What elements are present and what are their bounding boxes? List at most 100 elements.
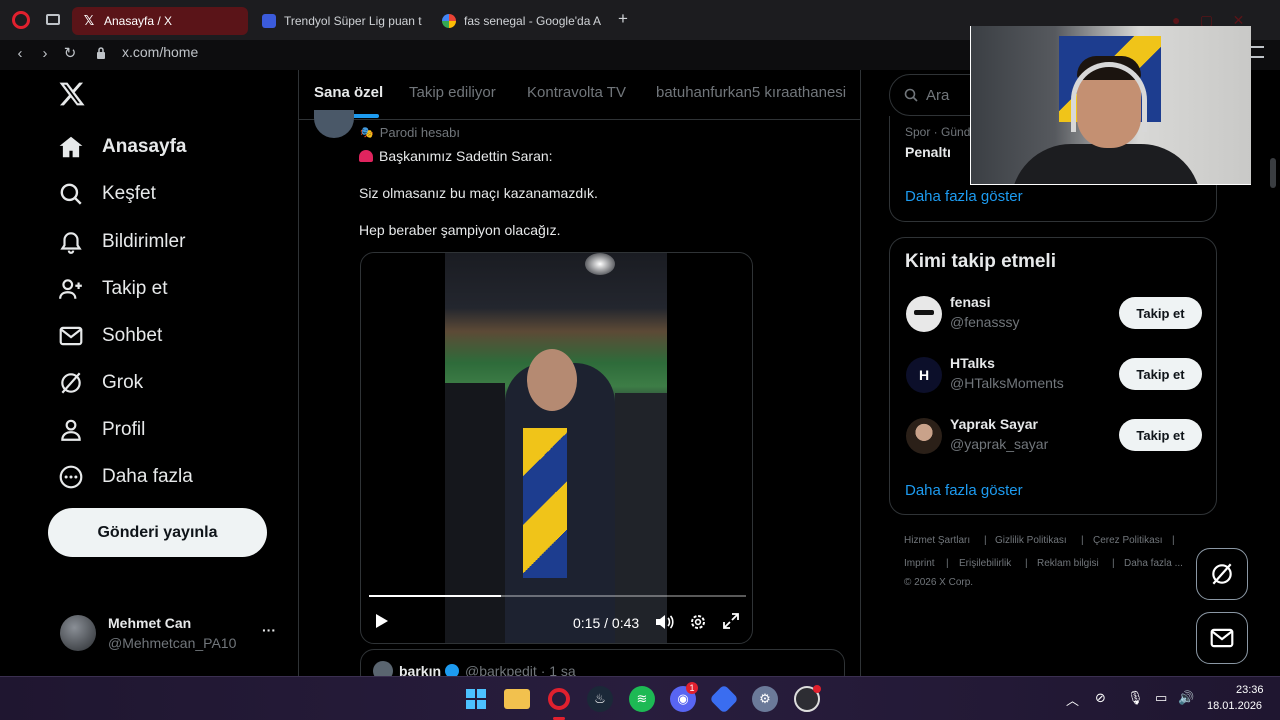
column-divider [860, 70, 861, 676]
sidebar-item-more[interactable]: Daha fazla [58, 457, 193, 497]
sidebar-item-label: Profil [102, 419, 146, 440]
url-text[interactable]: x.com/home [122, 44, 198, 60]
tab-following[interactable]: Takip ediliyor [409, 84, 496, 101]
messages-floating-button[interactable] [1196, 612, 1248, 664]
avatar [906, 418, 942, 454]
app-icon[interactable] [709, 684, 739, 714]
account-switcher[interactable]: Mehmet Can @Mehmetcan_PA10 ··· [60, 612, 284, 656]
display-icon[interactable]: ▭ [1155, 690, 1167, 706]
sidebar-item-explore[interactable]: Keşfet [58, 174, 156, 214]
steam-icon[interactable]: ♨ [587, 686, 613, 712]
home-icon [59, 136, 83, 158]
reload-button[interactable]: ↻ [60, 44, 80, 64]
sidebar-item-profile[interactable]: Profil [58, 410, 145, 450]
tab-for-you[interactable]: Sana özel [314, 84, 383, 101]
clock-time[interactable]: 23:36 [1236, 684, 1264, 696]
footer-separator: | [1112, 558, 1115, 569]
show-more-link[interactable]: Daha fazla göster [905, 188, 1023, 205]
sidebar-item-notifications[interactable]: Bildirimler [58, 222, 185, 262]
copyright: © 2026 X Corp. [904, 577, 974, 588]
video-time: 0:15 / 0:43 [573, 615, 640, 631]
follow-suggestion[interactable]: fenasi @fenasssy Takip et [906, 290, 1206, 344]
sidebar-item-label: Bildirimler [102, 231, 186, 252]
follow-suggestion[interactable]: Yaprak Sayar @yaprak_sayar Takip et [906, 412, 1206, 466]
tab-overview-icon[interactable] [46, 14, 60, 25]
footer-link[interactable]: Gizlilik Politikası [995, 535, 1067, 546]
siren-icon [359, 150, 373, 162]
footer-link[interactable]: Hizmet Şartları [904, 535, 970, 546]
video-progress-bar[interactable] [369, 595, 746, 597]
tweet-video[interactable]: 0:15 / 0:43 [360, 252, 753, 644]
avatar [906, 296, 942, 332]
sidebar-item-grok[interactable]: Grok [58, 363, 143, 403]
volume-icon[interactable] [655, 613, 675, 635]
follow-button[interactable]: Takip et [1119, 297, 1202, 329]
trend-title[interactable]: Penaltı [905, 144, 951, 160]
footer-link[interactable]: Erişilebilirlik [959, 558, 1011, 569]
clock-date[interactable]: 18.01.2026 [1207, 700, 1262, 712]
browser-menu-icon[interactable] [1250, 46, 1264, 58]
fullscreen-icon[interactable] [723, 613, 739, 633]
account-more-icon[interactable]: ··· [262, 622, 276, 638]
grok-floating-button[interactable] [1196, 548, 1248, 600]
tab-trendyol[interactable]: Trendyol Süper Lig puan t [252, 7, 428, 35]
suggested-user-name: fenasi [950, 294, 991, 310]
microphone-icon[interactable]: 🎙 [1127, 690, 1144, 706]
start-button[interactable] [463, 686, 489, 712]
network-off-icon[interactable]: ⊘ [1095, 690, 1106, 706]
user-icon [61, 419, 81, 441]
settings-gear-icon[interactable]: ⚙ [752, 686, 778, 712]
follow-button[interactable]: Takip et [1119, 419, 1202, 451]
tab-google[interactable]: fas senegal - Google'da A [432, 7, 608, 35]
sidebar-item-label: Grok [102, 372, 144, 393]
show-more-link[interactable]: Daha fazla göster [905, 482, 1023, 499]
follow-button[interactable]: Takip et [1119, 358, 1202, 390]
footer-link[interactable]: Reklam bilgisi [1037, 558, 1099, 569]
page-scrollbar[interactable] [1268, 70, 1278, 676]
sidebar-item-chat[interactable]: Sohbet [58, 316, 162, 356]
mask-icon: 🎭 [360, 127, 374, 139]
bell-icon [60, 232, 82, 254]
play-icon[interactable] [375, 613, 389, 633]
tab-kontravolta[interactable]: Kontravolta TV [527, 84, 626, 101]
opera-browser-icon[interactable] [546, 686, 572, 712]
forward-button[interactable]: › [35, 44, 55, 64]
footer-separator: | [1081, 535, 1084, 546]
site-favicon-icon [262, 14, 276, 28]
back-button[interactable]: ‹ [10, 44, 30, 64]
post-button[interactable]: Gönderi yayınla [48, 508, 267, 557]
account-handle: @Mehmetcan_PA10 [108, 635, 237, 651]
footer-link[interactable]: Imprint [904, 558, 935, 569]
sidebar-item-follow[interactable]: Takip et [58, 269, 167, 309]
suggested-user-handle: @fenasssy [950, 314, 1020, 330]
footer-link[interactable]: Daha fazla ... [1124, 558, 1183, 569]
footer-separator: | [984, 535, 987, 546]
opera-logo-icon[interactable] [12, 11, 30, 29]
speaker-icon[interactable]: 🔊 [1178, 690, 1194, 706]
scrollbar-thumb[interactable] [1270, 158, 1276, 188]
sidebar-item-label: Sohbet [102, 325, 163, 346]
column-divider [298, 70, 299, 676]
tweet-author-avatar[interactable] [314, 110, 354, 138]
suggested-user-name: HTalks [950, 355, 995, 371]
footer-link[interactable]: Çerez Politikası [1093, 535, 1162, 546]
webcam-overlay [970, 26, 1251, 185]
trend-meta: Spor · Günd [905, 125, 971, 139]
who-to-follow-title: Kimi takip etmeli [905, 251, 1056, 272]
follow-suggestion[interactable]: H HTalks @HTalksMoments Takip et [906, 351, 1206, 405]
spotify-icon[interactable]: ≋ [629, 686, 655, 712]
sidebar-item-home[interactable]: Anasayfa [58, 127, 187, 167]
tab-kiraathanesi[interactable]: batuhanfurkan5 kıraathanesi [656, 84, 846, 101]
settings-icon[interactable] [689, 613, 707, 635]
chevron-up-icon[interactable]: ︿ [1066, 690, 1079, 709]
google-icon [442, 14, 456, 28]
file-explorer-icon[interactable] [504, 689, 530, 709]
mail-icon [59, 326, 83, 346]
new-tab-button[interactable]: + [614, 10, 632, 28]
tabs-divider [299, 119, 860, 120]
tab-x-home[interactable]: 𝕏 Anasayfa / X [72, 7, 248, 35]
tab-title: Trendyol Süper Lig puan t [284, 14, 422, 28]
tab-title: fas senegal - Google'da A [464, 14, 602, 28]
crowd-left [445, 383, 505, 643]
x-logo[interactable] [58, 80, 88, 110]
